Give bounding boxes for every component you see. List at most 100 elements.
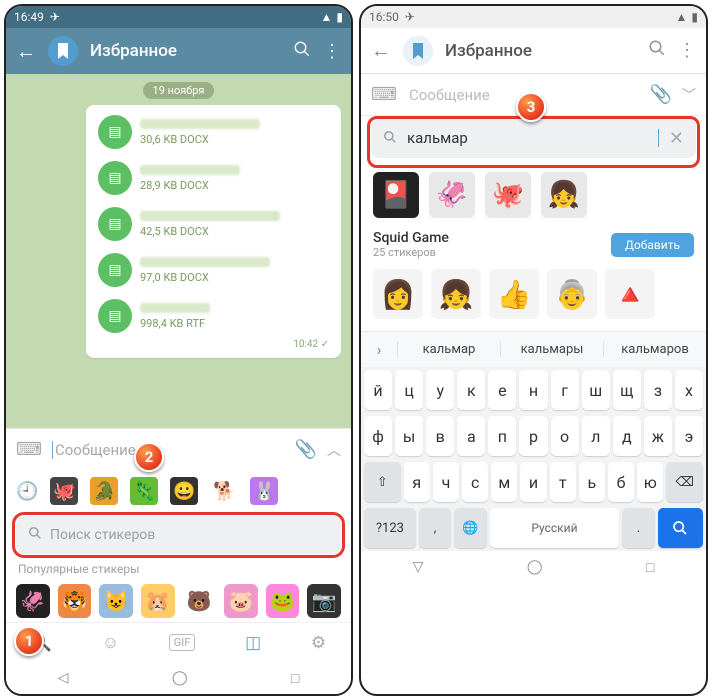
sticker-pack-thumb[interactable]: 🐰 bbox=[250, 477, 278, 505]
key[interactable]: к bbox=[457, 370, 485, 410]
backspace-key[interactable]: ⌫ bbox=[666, 462, 703, 502]
sticker-pack-thumb[interactable]: 🐊 bbox=[90, 477, 118, 505]
nav-home-icon[interactable]: ◯ bbox=[527, 559, 543, 575]
clear-icon[interactable]: ✕ bbox=[669, 128, 684, 149]
sticker-pack-thumb[interactable]: 😀 bbox=[170, 477, 198, 505]
message-input[interactable]: Сообщение bbox=[52, 441, 285, 459]
lang-key[interactable]: 🌐 bbox=[454, 508, 486, 548]
add-pack-button[interactable]: Добавить bbox=[611, 233, 694, 257]
key[interactable]: э bbox=[675, 416, 703, 456]
back-icon[interactable]: ← bbox=[371, 38, 391, 63]
key[interactable]: о bbox=[551, 416, 579, 456]
collapse-icon[interactable]: ︿ bbox=[327, 440, 341, 460]
sticker-thumb[interactable]: 🦑 bbox=[16, 584, 50, 618]
sticker-pack-thumb[interactable]: 🐕 bbox=[210, 477, 238, 505]
key[interactable]: щ bbox=[613, 370, 641, 410]
key[interactable]: я bbox=[404, 462, 430, 502]
sticker-result[interactable]: 🎴 bbox=[373, 172, 419, 218]
nav-recent-icon[interactable]: □ bbox=[646, 559, 654, 576]
key[interactable]: и bbox=[520, 462, 546, 502]
keyboard-toggle-icon[interactable]: ⌨ bbox=[371, 84, 397, 105]
key[interactable]: м bbox=[491, 462, 517, 502]
sticker-pack-thumb[interactable]: 🐙 bbox=[50, 477, 78, 505]
key[interactable]: р bbox=[519, 416, 547, 456]
file-item[interactable]: ▤ 30,6 KB DOCX bbox=[90, 109, 337, 155]
tab-sticker-icon[interactable]: ◫ bbox=[245, 633, 261, 653]
sticker-preview[interactable]: 👩 bbox=[373, 269, 423, 319]
nav-back-icon[interactable]: ◁ bbox=[58, 670, 69, 686]
key[interactable]: ж bbox=[644, 416, 672, 456]
search-icon[interactable] bbox=[293, 40, 311, 63]
sticker-search-bar[interactable]: Поиск стикеров bbox=[16, 516, 341, 554]
key[interactable]: ы bbox=[395, 416, 423, 456]
sticker-result[interactable]: 🐙 bbox=[485, 172, 531, 218]
key[interactable]: е bbox=[488, 370, 516, 410]
comma-key[interactable]: , bbox=[419, 508, 451, 548]
key[interactable]: л bbox=[582, 416, 610, 456]
tab-emoji-icon[interactable]: ☺ bbox=[102, 633, 119, 653]
more-icon[interactable]: ⋮ bbox=[678, 40, 696, 61]
sticker-result[interactable]: 🦑 bbox=[429, 172, 475, 218]
key[interactable]: б bbox=[608, 462, 634, 502]
sticker-preview[interactable]: 👍 bbox=[489, 269, 539, 319]
recent-icon[interactable]: 🕘 bbox=[16, 481, 38, 502]
file-item[interactable]: ▤ 97,0 KB DOCX bbox=[90, 247, 337, 293]
chevron-right-icon[interactable]: › bbox=[361, 340, 397, 359]
more-icon[interactable]: ⋮ bbox=[323, 41, 341, 62]
key[interactable]: а bbox=[457, 416, 485, 456]
sticker-search-input[interactable]: кальмар ✕ bbox=[371, 118, 696, 158]
back-icon[interactable]: ← bbox=[16, 39, 36, 64]
key[interactable]: й bbox=[364, 370, 392, 410]
key[interactable]: ь bbox=[579, 462, 605, 502]
key[interactable]: т bbox=[550, 462, 576, 502]
attach-icon[interactable]: 📎 bbox=[650, 84, 672, 105]
sticker-result[interactable]: 👧 bbox=[541, 172, 587, 218]
key[interactable]: п bbox=[488, 416, 516, 456]
status-time: 16:50 bbox=[369, 10, 399, 24]
nav-home-icon[interactable]: ◯ bbox=[172, 670, 188, 686]
key[interactable]: с bbox=[462, 462, 488, 502]
search-key[interactable] bbox=[658, 508, 703, 548]
sticker-thumb[interactable]: 🐸 bbox=[266, 584, 300, 618]
key[interactable]: н bbox=[519, 370, 547, 410]
key[interactable]: х bbox=[675, 370, 703, 410]
sticker-pack-thumb[interactable]: 🦎 bbox=[130, 477, 158, 505]
file-item[interactable]: ▤ 998,4 KB RTF bbox=[90, 293, 337, 339]
key[interactable]: д bbox=[613, 416, 641, 456]
sticker-thumb[interactable]: 🐻 bbox=[183, 584, 217, 618]
key[interactable]: ч bbox=[433, 462, 459, 502]
tab-settings-icon[interactable]: ⚙ bbox=[311, 633, 326, 653]
sticker-thumb[interactable]: 🐹 bbox=[141, 584, 175, 618]
attach-icon[interactable]: 📎 bbox=[295, 439, 317, 460]
key[interactable]: в bbox=[426, 416, 454, 456]
key[interactable]: ш bbox=[582, 370, 610, 410]
sticker-thumb[interactable]: 🐯 bbox=[58, 584, 92, 618]
sticker-preview[interactable]: 🔺 bbox=[605, 269, 655, 319]
space-key[interactable]: Русский bbox=[490, 508, 620, 548]
suggestion[interactable]: кальмары bbox=[500, 342, 603, 357]
search-icon[interactable] bbox=[648, 39, 666, 62]
shift-key[interactable]: ⇧ bbox=[364, 462, 401, 502]
symbols-key[interactable]: ?123 bbox=[364, 508, 416, 548]
suggestion[interactable]: кальмаров bbox=[603, 342, 706, 357]
keyboard-toggle-icon[interactable]: ⌨ bbox=[16, 439, 42, 460]
suggestion[interactable]: кальмар bbox=[397, 342, 500, 357]
key[interactable]: г bbox=[551, 370, 579, 410]
file-item[interactable]: ▤ 42,5 KB DOCX bbox=[90, 201, 337, 247]
sticker-thumb[interactable]: 🐷 bbox=[224, 584, 258, 618]
key[interactable]: ф bbox=[364, 416, 392, 456]
file-item[interactable]: ▤ 28,9 KB DOCX bbox=[90, 155, 337, 201]
key[interactable]: ц bbox=[395, 370, 423, 410]
expand-icon[interactable]: ﹀ bbox=[682, 85, 696, 105]
key[interactable]: у bbox=[426, 370, 454, 410]
sticker-thumb[interactable]: 😺 bbox=[99, 584, 133, 618]
period-key[interactable]: . bbox=[622, 508, 654, 548]
key[interactable]: ю bbox=[637, 462, 663, 502]
sticker-preview[interactable]: 👵 bbox=[547, 269, 597, 319]
key[interactable]: з bbox=[644, 370, 672, 410]
nav-back-icon[interactable]: ▽ bbox=[413, 559, 424, 575]
sticker-thumb[interactable]: 📷 bbox=[307, 584, 341, 618]
tab-gif-icon[interactable]: GIF bbox=[169, 634, 196, 651]
nav-recent-icon[interactable]: □ bbox=[291, 670, 299, 687]
sticker-preview[interactable]: 👧 bbox=[431, 269, 481, 319]
